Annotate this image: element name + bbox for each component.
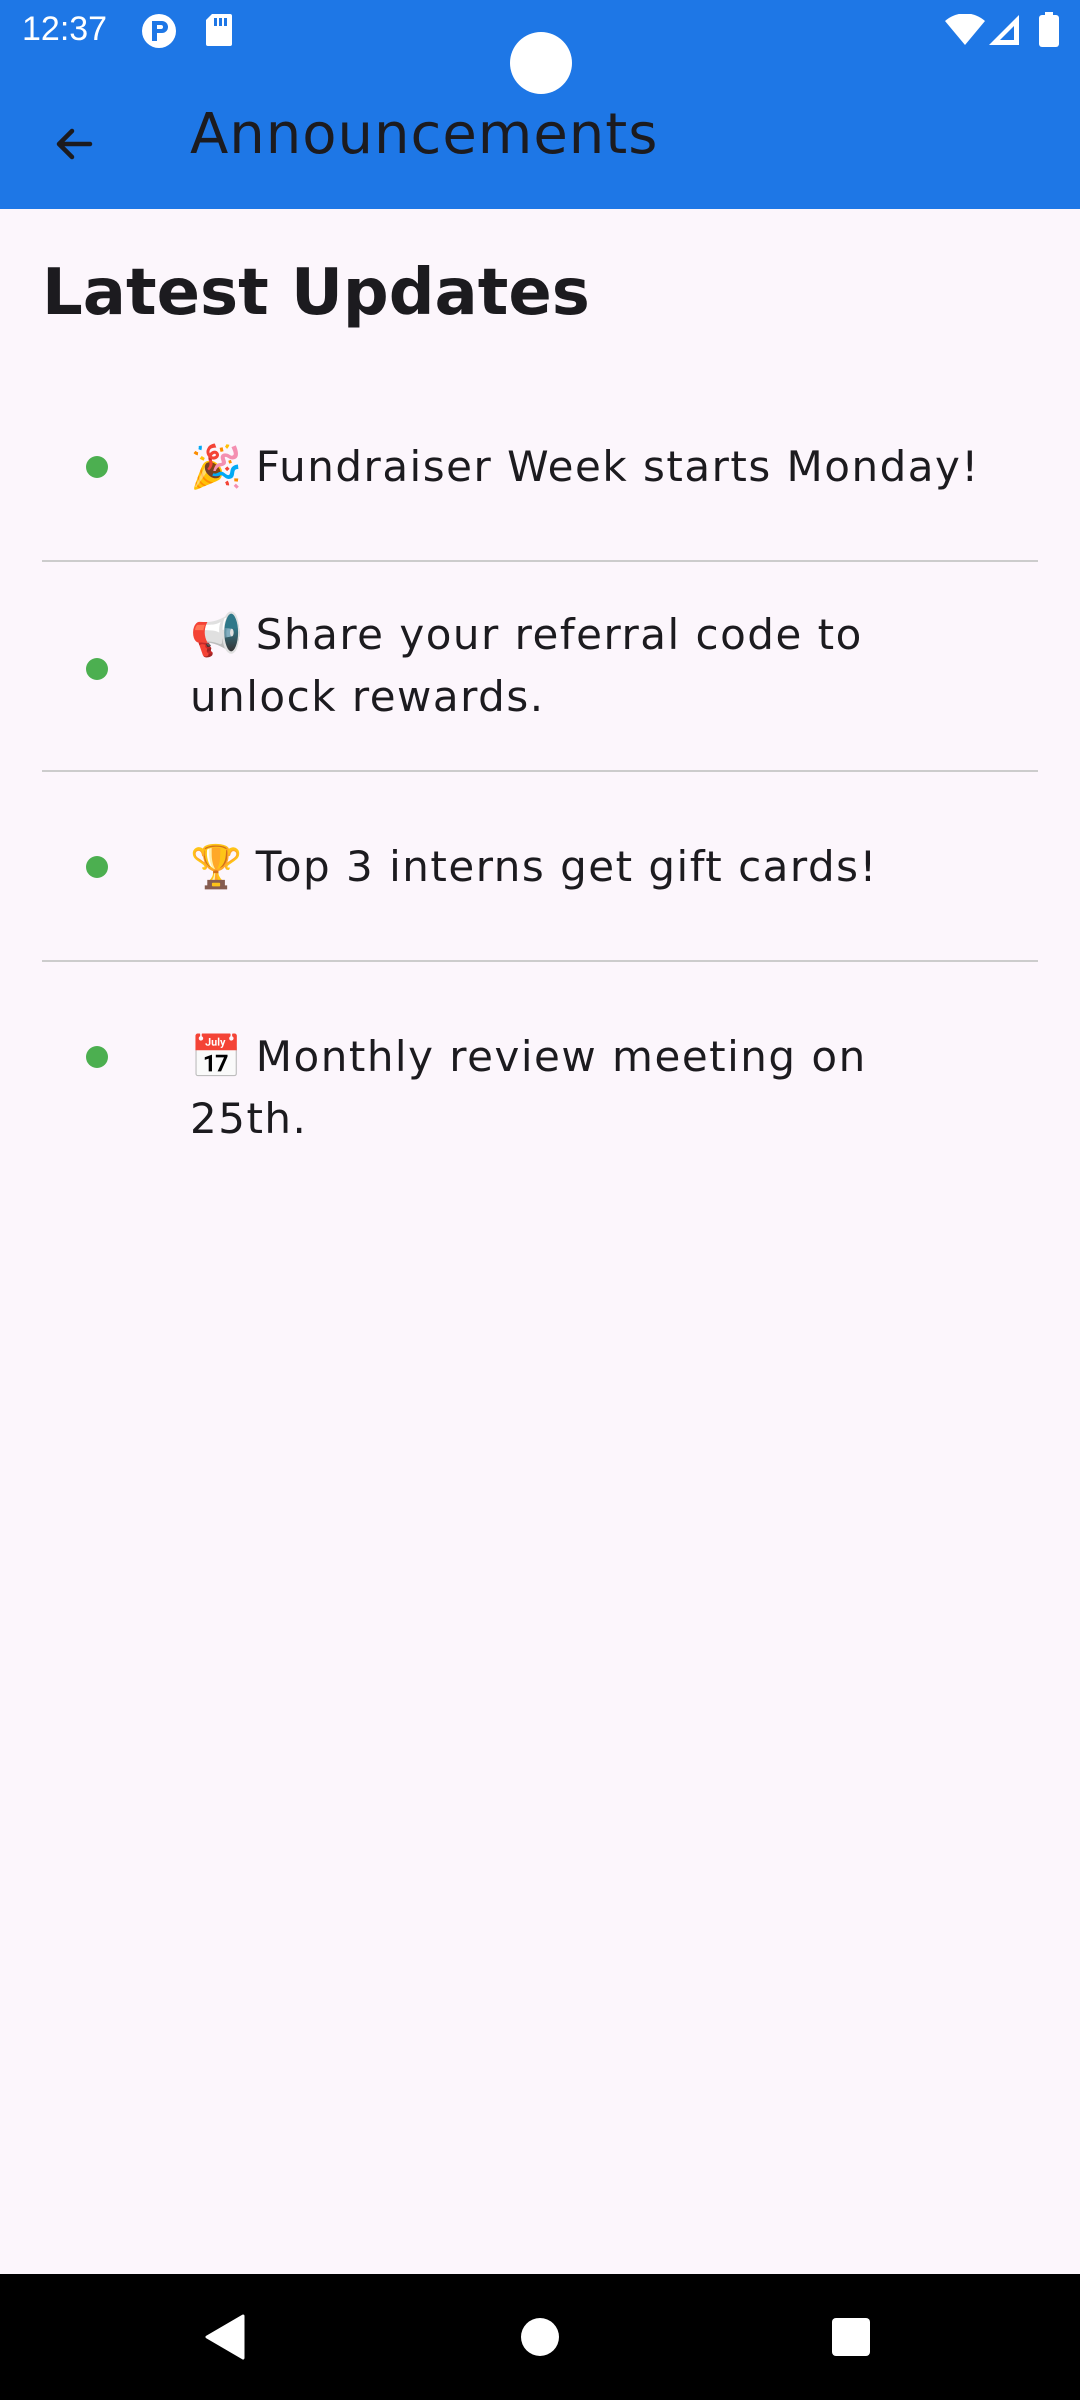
announcement-text: 📅 Monthly review meeting on 25th. (190, 1032, 867, 1143)
announcement-text: 🏆 Top 3 interns get gift cards! (190, 842, 878, 891)
battery-icon (1038, 12, 1060, 52)
page-title: Announcements (190, 102, 659, 167)
recents-square-icon (832, 2318, 870, 2356)
nav-recents-button[interactable] (818, 2304, 884, 2370)
trophy-icon: 🏆 (190, 842, 244, 891)
status-time: 12:37 (22, 10, 108, 48)
app-bar: Announcements (0, 62, 1080, 209)
nav-back-button[interactable] (192, 2304, 258, 2370)
section-title: Latest Updates (42, 256, 590, 330)
bullet-icon (86, 456, 108, 478)
top-bar: 12:37 Announcements (0, 0, 1080, 209)
announcement-text: 🎉 Fundraiser Week starts Monday! (190, 442, 980, 491)
nav-home-button[interactable] (507, 2304, 573, 2370)
bullet-icon (86, 856, 108, 878)
calendar-icon: 📅 (190, 1032, 244, 1081)
notification-p-icon (140, 12, 178, 54)
back-triangle-icon (205, 2314, 245, 2360)
home-circle-icon (521, 2318, 559, 2356)
back-button[interactable] (34, 104, 114, 184)
signal-icon (988, 14, 1020, 50)
list-item: 📢 Share your referral code to unlock rewa… (42, 562, 1038, 772)
announcement-list: 🎉 Fundraiser Week starts Monday! 📢 Share y… (42, 370, 1038, 1152)
megaphone-icon: 📢 (190, 610, 244, 659)
bullet-icon (86, 658, 108, 680)
list-item: 📅 Monthly review meeting on 25th. (42, 962, 1038, 1152)
arrow-back-icon (56, 128, 93, 160)
party-popper-icon: 🎉 (190, 442, 244, 491)
announcement-text: 📢 Share your referral code to unlock rewa… (190, 610, 863, 721)
list-item: 🏆 Top 3 interns get gift cards! (42, 772, 1038, 962)
system-nav-bar (0, 2274, 1080, 2400)
wifi-icon (944, 13, 986, 50)
sd-card-icon (204, 12, 234, 52)
list-item: 🎉 Fundraiser Week starts Monday! (42, 370, 1038, 562)
bullet-icon (86, 1046, 108, 1068)
